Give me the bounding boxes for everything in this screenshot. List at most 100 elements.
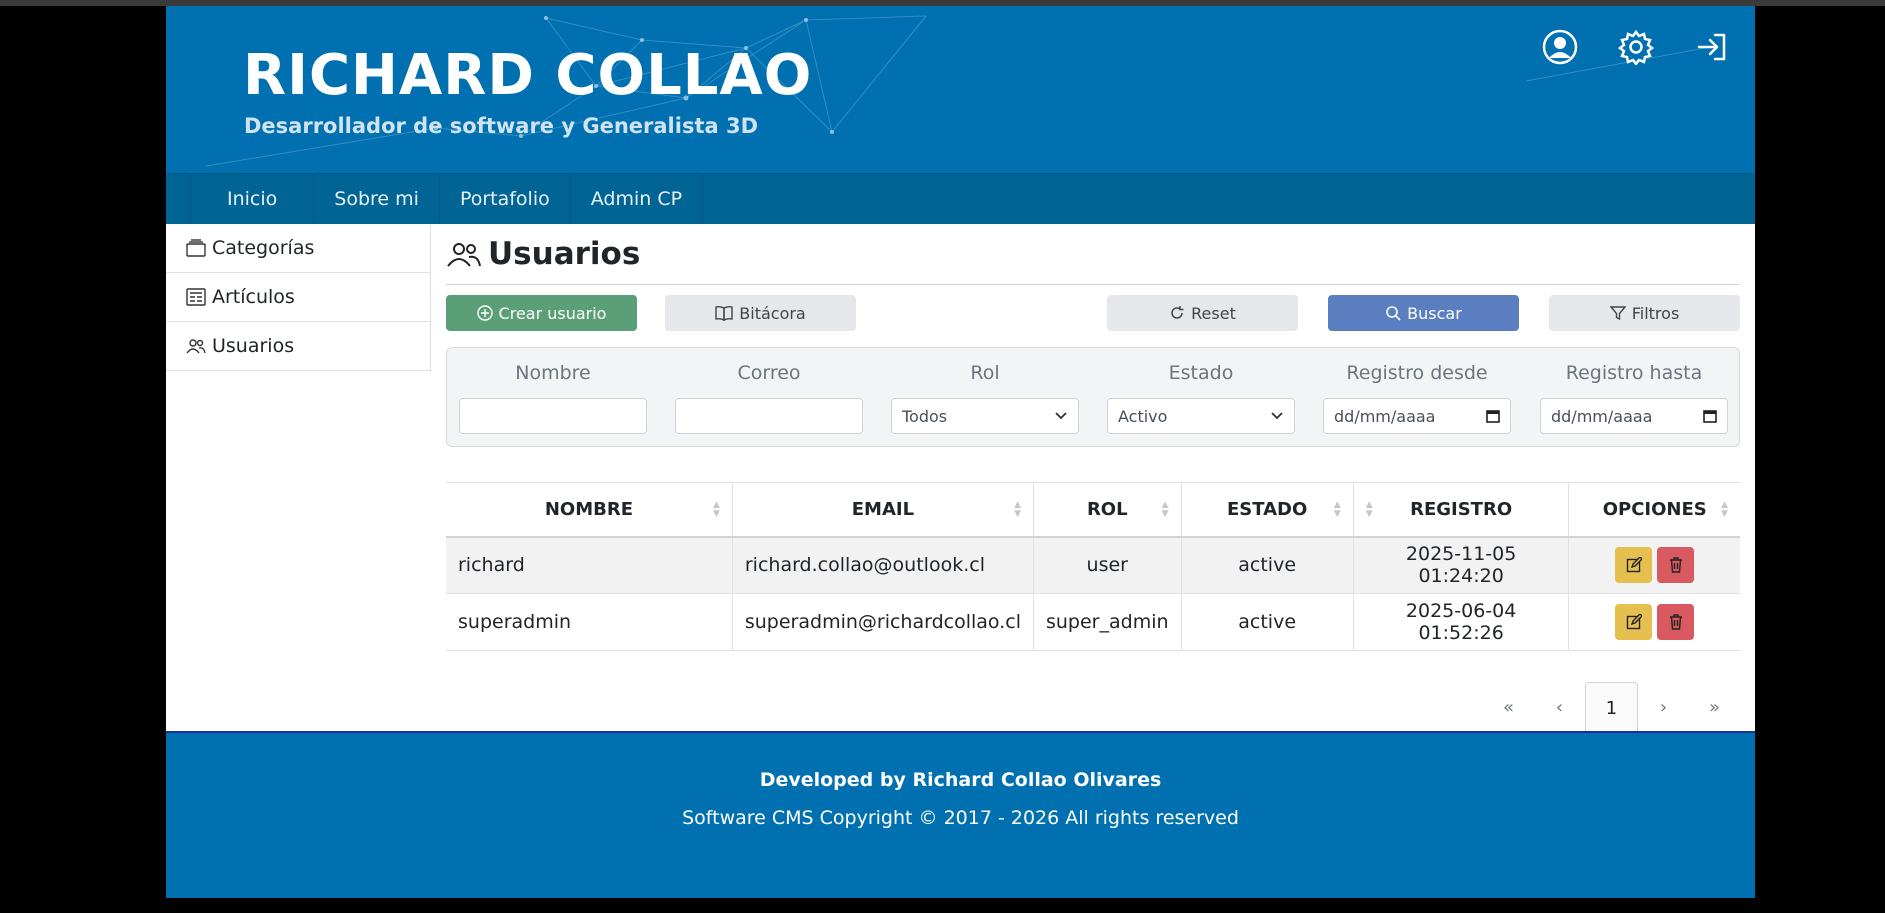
footer-credit-prefix: Developed by	[759, 769, 906, 791]
cell-role: super_admin	[1033, 593, 1182, 651]
delete-button[interactable]	[1657, 547, 1695, 584]
status-select[interactable]: Activo	[1107, 398, 1295, 434]
trash-icon	[1669, 557, 1682, 573]
footer-credit: Developed by Richard Collao Olivares	[166, 769, 1755, 791]
chevron-down-icon	[1055, 412, 1067, 420]
site-subtitle: Desarrollador de software y Generalista …	[244, 114, 759, 138]
nav-item-admin-cp[interactable]: Admin CP	[569, 174, 704, 224]
toolbar: Crear usuario Bitácora Reset Buscar Filt…	[446, 285, 1740, 347]
cell-name: superadmin	[446, 593, 733, 651]
gear-icon[interactable]	[1617, 28, 1655, 66]
col-header-label: ROL	[1086, 498, 1128, 520]
sidebar-item-label: Usuarios	[212, 335, 295, 357]
filters-label: Filtros	[1631, 303, 1680, 323]
refresh-icon	[1171, 306, 1184, 319]
filters-button[interactable]: Filtros	[1549, 295, 1740, 331]
page-first[interactable]: «	[1483, 682, 1534, 732]
search-icon	[1386, 306, 1401, 321]
filter-to: Registro hasta dd/mm/aaaa	[1540, 362, 1728, 434]
role-select-value: Todos	[902, 406, 948, 426]
sort-icon: ▲ ▼	[1161, 500, 1169, 519]
site-footer: Developed by Richard Collao Olivares Sof…	[166, 731, 1755, 898]
users-icon	[186, 339, 206, 354]
col-header-nombre[interactable]: NOMBRE ▲ ▼	[446, 482, 733, 537]
page-current[interactable]: 1	[1585, 682, 1638, 734]
page-title-text: Usuarios	[488, 236, 641, 272]
col-header-label: ESTADO	[1226, 498, 1308, 520]
calendar-icon[interactable]	[1486, 409, 1500, 423]
filter-status: Estado Activo	[1107, 362, 1295, 434]
date-from-input[interactable]: dd/mm/aaaa	[1323, 398, 1511, 434]
edit-icon	[1626, 557, 1642, 573]
filter-from: Registro desde dd/mm/aaaa	[1323, 362, 1511, 434]
cell-email: richard.collao@outlook.cl	[732, 536, 1034, 594]
search-button[interactable]: Buscar	[1328, 295, 1519, 331]
trash-icon	[1669, 614, 1682, 630]
table-header-row: NOMBRE ▲ ▼ EMAIL ▲ ▼ ROL ▲ ▼ ESTADO ▲ ▼ ▲ ▼ REGIST…	[446, 482, 1740, 537]
date-to-placeholder: dd/mm/aaaa	[1551, 406, 1653, 426]
table-row: superadmin superadmin@richardcollao.cl s…	[446, 593, 1740, 651]
edit-icon	[1626, 614, 1642, 630]
search-label: Buscar	[1407, 303, 1462, 323]
filter-to-label: Registro hasta	[1565, 362, 1703, 384]
sort-icon: ▲ ▼	[1365, 500, 1373, 519]
main-nav: Inicio Sobre mi Portafolio Admin CP	[166, 173, 1755, 224]
filter-email: Correo	[675, 362, 863, 434]
page-prev[interactable]: ‹	[1534, 682, 1585, 732]
sign-in-icon[interactable]	[1693, 28, 1731, 66]
filter-name-label: Nombre	[515, 362, 591, 384]
table-row: richard richard.collao@outlook.cl user a…	[446, 536, 1740, 594]
header-actions	[1541, 28, 1731, 66]
sidebar-item-usuarios[interactable]: Usuarios	[166, 322, 430, 371]
log-button[interactable]: Bitácora	[665, 295, 856, 331]
calendar-icon[interactable]	[1703, 409, 1717, 423]
sidebar-item-categorias[interactable]: Categorías	[166, 224, 430, 273]
user-circle-icon[interactable]	[1541, 28, 1579, 66]
sort-icon: ▲ ▼	[1333, 500, 1341, 519]
name-input[interactable]	[459, 398, 647, 434]
col-header-opciones[interactable]: OPCIONES ▲ ▼	[1569, 483, 1740, 537]
col-header-label: OPCIONES	[1602, 498, 1707, 520]
col-header-registro[interactable]: ▲ ▼ REGISTRO	[1353, 482, 1570, 537]
cell-status: active	[1181, 593, 1354, 651]
cell-status: active	[1181, 536, 1354, 594]
date-from-placeholder: dd/mm/aaaa	[1334, 406, 1436, 426]
nav-item-portafolio[interactable]: Portafolio	[438, 174, 570, 224]
chevron-down-icon	[1271, 412, 1283, 420]
nav-item-sobre-mi[interactable]: Sobre mi	[313, 174, 439, 224]
content-area: Categorías Artículos Usuarios Usuarios C…	[166, 224, 1755, 734]
page-next[interactable]: ›	[1638, 682, 1689, 732]
filter-icon	[1609, 306, 1626, 321]
reset-button[interactable]: Reset	[1107, 295, 1298, 331]
col-header-estado[interactable]: ESTADO ▲ ▼	[1181, 482, 1354, 537]
cell-registered: 2025-06-04 01:52:26	[1353, 593, 1570, 651]
delete-button[interactable]	[1657, 604, 1695, 640]
filters-panel: Nombre Correo Rol Todos Estado Activo Re…	[446, 347, 1740, 447]
create-user-button[interactable]: Crear usuario	[446, 295, 637, 331]
col-header-rol[interactable]: ROL ▲ ▼	[1033, 482, 1182, 537]
cell-email: superadmin@richardcollao.cl	[732, 593, 1034, 651]
filter-role: Rol Todos	[891, 362, 1079, 434]
sidebar-item-articulos[interactable]: Artículos	[166, 273, 430, 322]
col-header-label: NOMBRE	[544, 498, 633, 520]
users-icon	[447, 243, 481, 267]
footer-author: Richard Collao Olivares	[912, 769, 1162, 791]
date-to-input[interactable]: dd/mm/aaaa	[1540, 398, 1728, 434]
cell-options	[1569, 537, 1740, 594]
nav-item-inicio[interactable]: Inicio	[190, 174, 313, 224]
page-last[interactable]: »	[1689, 682, 1740, 732]
edit-button[interactable]	[1615, 547, 1653, 584]
edit-button[interactable]	[1615, 604, 1653, 640]
book-icon	[715, 305, 733, 321]
email-input[interactable]	[675, 398, 863, 434]
role-select[interactable]: Todos	[891, 398, 1079, 434]
admin-sidebar: Categorías Artículos Usuarios	[166, 224, 431, 372]
filter-from-label: Registro desde	[1346, 362, 1488, 384]
page: RICHARD COLLAO Desarrollador de software…	[166, 6, 1755, 898]
col-header-label: REGISTRO	[1410, 498, 1513, 520]
site-header: RICHARD COLLAO Desarrollador de software…	[166, 6, 1755, 173]
sidebar-item-label: Categorías	[212, 237, 315, 259]
col-header-email[interactable]: EMAIL ▲ ▼	[732, 482, 1034, 537]
filter-email-label: Correo	[737, 362, 801, 384]
sort-icon: ▲ ▼	[1721, 500, 1728, 519]
